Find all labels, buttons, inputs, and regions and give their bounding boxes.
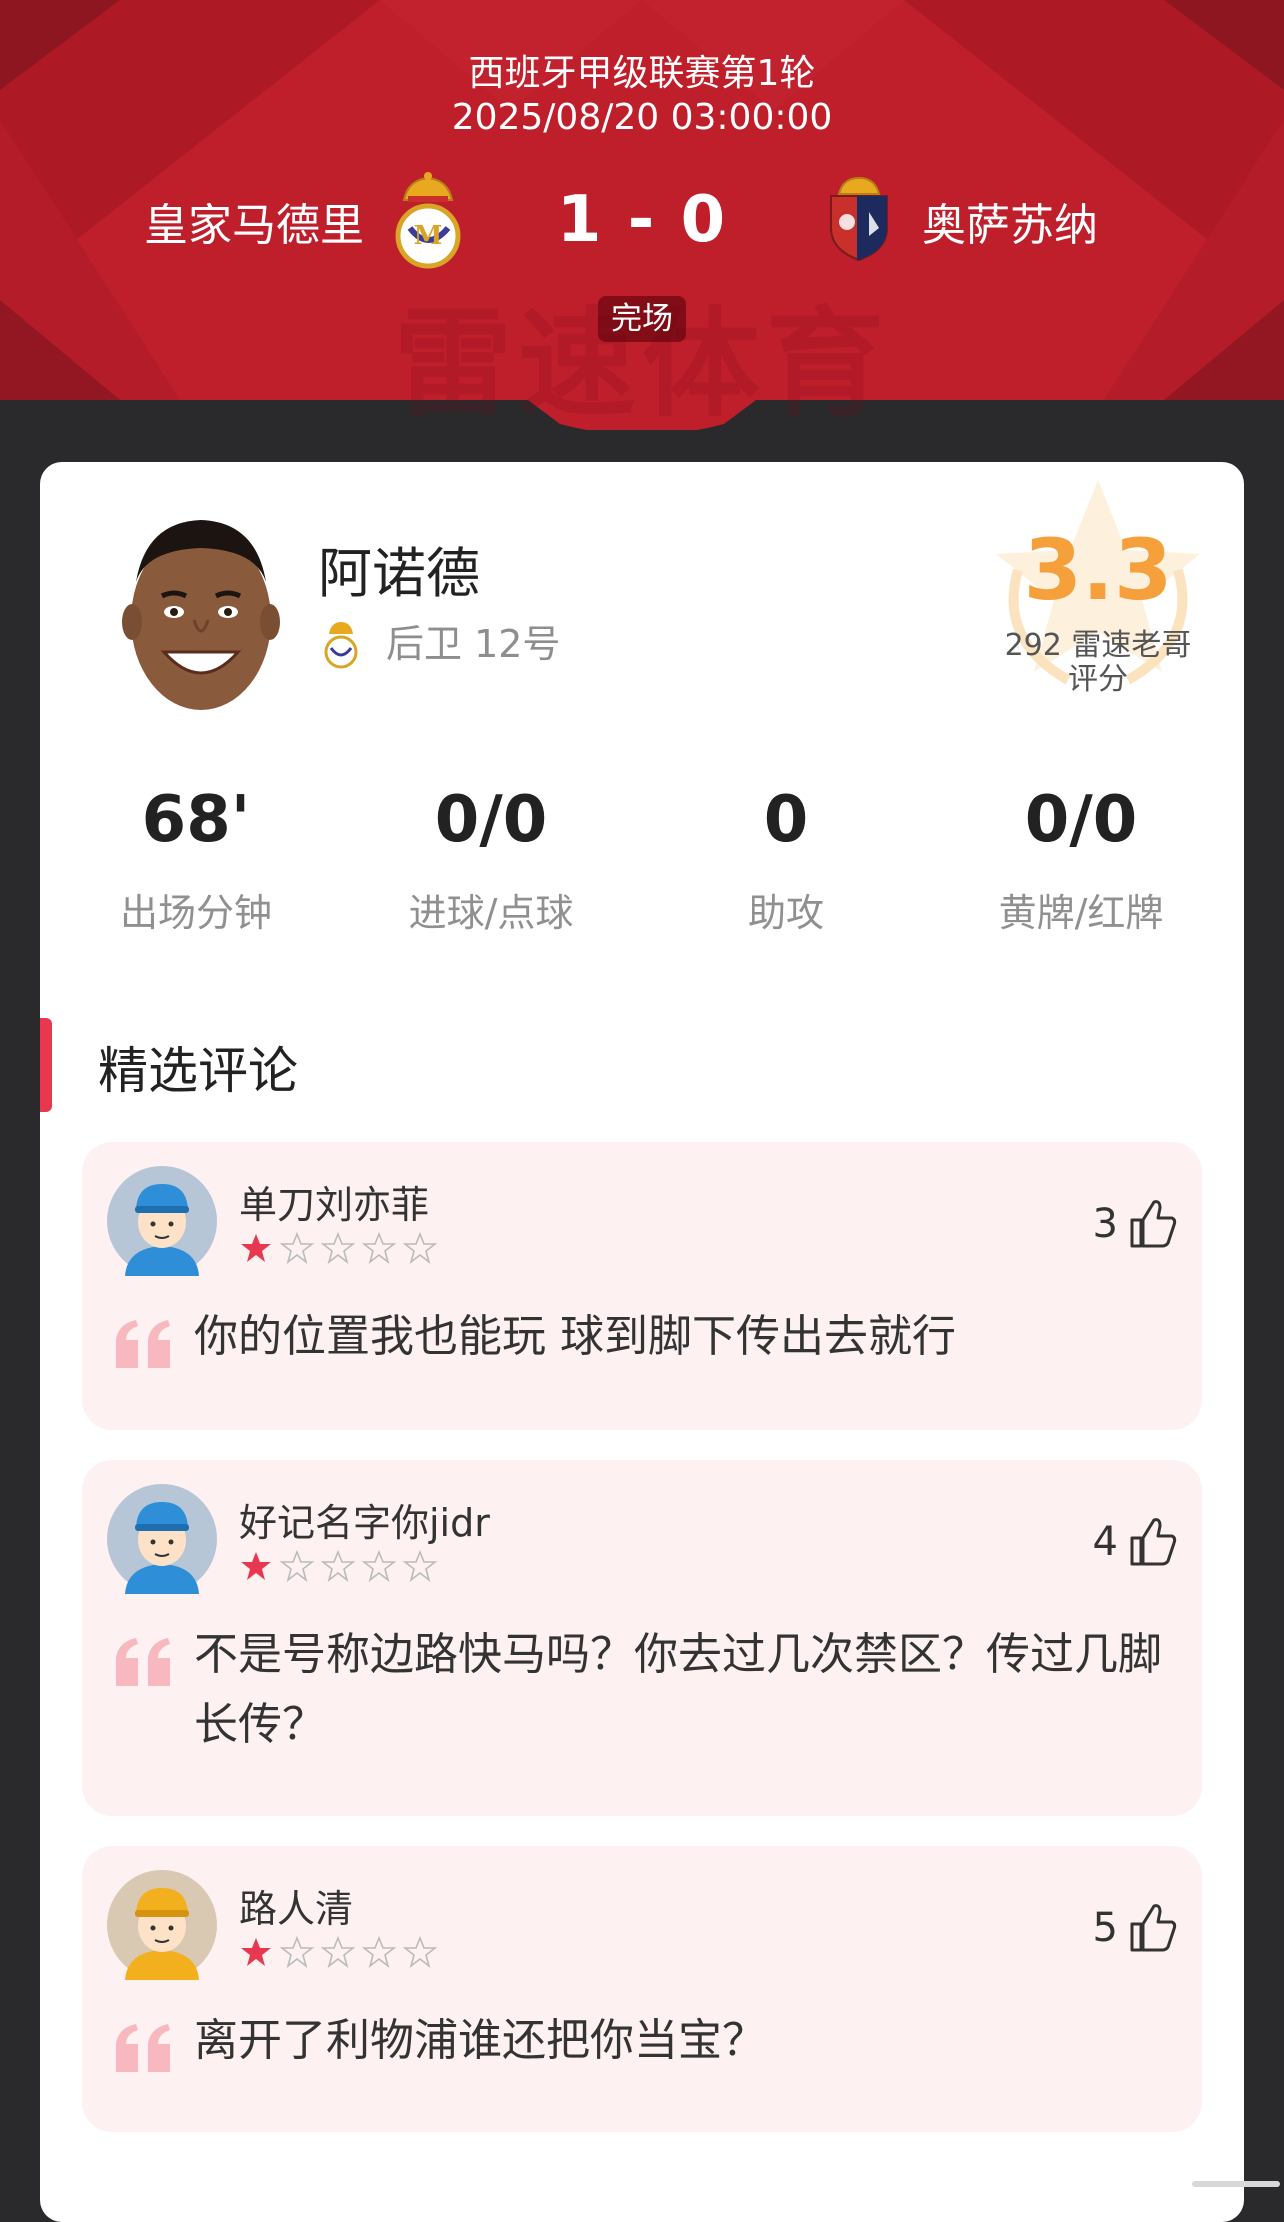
comments-section-title: 精选评论 bbox=[98, 1042, 298, 1100]
thumbs-up-icon bbox=[1130, 1200, 1177, 1248]
match-header: 雷速体育 西班牙甲级联赛第1轮 2025/08/20 03:00:00 皇家马德… bbox=[0, 0, 1284, 433]
thumbs-up-icon bbox=[1130, 1518, 1177, 1566]
thumbs-up-icon bbox=[1130, 1904, 1177, 1952]
comment-card: 好记名字你jidr 4 不是号称边路快马吗？你去过几次禁区？传过几脚长传？ bbox=[82, 1460, 1202, 1816]
away-team-name[interactable]: 奥萨苏纳 bbox=[922, 198, 1098, 254]
comment-text: 不是号称边路快马吗？你去过几次禁区？传过几脚长传？ bbox=[194, 1629, 1162, 1750]
comment-text: 离开了利物浦谁还把你当宝？ bbox=[194, 2015, 766, 2066]
comment-star-rating bbox=[241, 1935, 438, 1969]
stat-value: 0/0 bbox=[1024, 783, 1138, 857]
user-avatar[interactable] bbox=[107, 1870, 217, 1980]
rating-label: 评分 bbox=[1068, 662, 1128, 697]
player-position-number: 后卫 12号 bbox=[386, 622, 561, 666]
rating-count: 292 雷速老哥 bbox=[1004, 628, 1192, 663]
comment-card: 单刀刘亦菲 3 你的位置我也能玩 球到脚下传出去就行 bbox=[82, 1142, 1202, 1430]
stat-cards: 0/0 黄牌/红牌 bbox=[934, 780, 1228, 938]
player-rating-card: 阿诺德 后卫 12号 3.3 292 雷速老哥 评分 68' 出场分钟 0/0 … bbox=[40, 462, 1244, 2222]
quote-mark-icon bbox=[116, 2024, 170, 2072]
comment-star-rating bbox=[241, 1549, 438, 1583]
stat-label: 进球/点球 bbox=[408, 891, 574, 935]
quote-mark-icon bbox=[116, 1320, 170, 1368]
comment-username[interactable]: 路人清 bbox=[239, 1886, 353, 1932]
player-team-crest-icon bbox=[324, 622, 358, 669]
stat-label: 出场分钟 bbox=[119, 891, 272, 935]
comment-username[interactable]: 好记名字你jidr bbox=[239, 1500, 490, 1546]
stat-assists: 0 助攻 bbox=[639, 780, 933, 938]
stat-minutes: 68' 出场分钟 bbox=[49, 780, 343, 938]
like-count: 4 bbox=[1092, 1519, 1118, 1565]
comment-star-rating bbox=[241, 1231, 438, 1265]
comment-text: 你的位置我也能玩 球到脚下传出去就行 bbox=[194, 1311, 956, 1362]
stat-value: 0/0 bbox=[434, 783, 548, 857]
comment-username[interactable]: 单刀刘亦菲 bbox=[239, 1182, 429, 1228]
player-rating-score: 3.3 bbox=[1023, 521, 1173, 619]
watermark-text: 雷速体育 bbox=[393, 295, 890, 433]
section-accent-bar bbox=[40, 1018, 52, 1112]
stat-value: 68' bbox=[141, 783, 251, 857]
scroll-indicator bbox=[1192, 2181, 1280, 2187]
player-avatar[interactable] bbox=[106, 502, 296, 722]
player-stats: 68' 出场分钟 0/0 进球/点球 0 助攻 0/0 黄牌/红牌 bbox=[40, 780, 1244, 940]
osasuna-crest-icon[interactable] bbox=[825, 176, 893, 262]
like-count: 5 bbox=[1092, 1905, 1118, 1951]
stat-label: 助攻 bbox=[747, 891, 824, 935]
match-datetime: 2025/08/20 03:00:00 bbox=[451, 97, 833, 138]
user-avatar[interactable] bbox=[107, 1166, 217, 1276]
like-count: 3 bbox=[1092, 1201, 1118, 1247]
player-name: 阿诺德 bbox=[318, 542, 480, 605]
stat-label: 黄牌/红牌 bbox=[998, 891, 1164, 935]
quote-mark-icon bbox=[116, 1638, 170, 1686]
stat-goals-penalties: 0/0 进球/点球 bbox=[344, 780, 638, 938]
comment-card: 路人清 5 离开了利物浦谁还把你当宝？ bbox=[82, 1846, 1202, 2132]
league-round: 西班牙甲级联赛第1轮 bbox=[468, 53, 816, 94]
user-avatar[interactable] bbox=[107, 1484, 217, 1594]
stat-value: 0 bbox=[763, 783, 809, 857]
match-status-badge: 完场 bbox=[598, 296, 686, 342]
